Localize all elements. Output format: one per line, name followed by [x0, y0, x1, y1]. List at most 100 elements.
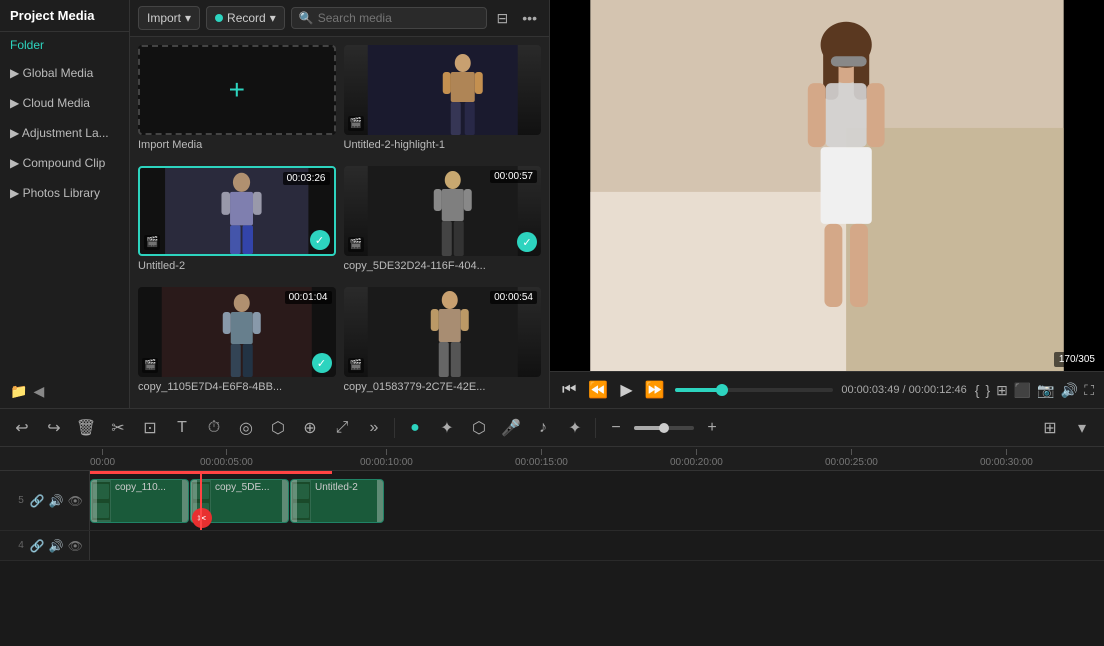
- zoom-out-button[interactable]: −: [602, 414, 630, 442]
- film-icon-2: 🎬: [144, 235, 160, 250]
- film-icon-5: 🎬: [348, 358, 364, 373]
- untitled-highlight-label: Untitled-2-highlight-1: [344, 139, 542, 151]
- sidebar-item-photos-library[interactable]: ▶ Photos Library: [0, 178, 129, 208]
- clip-copy1105[interactable]: copy_110...: [90, 479, 189, 523]
- clip-label-2: copy_5DE...: [215, 482, 269, 493]
- track-eye-icon[interactable]: 👁: [68, 494, 83, 508]
- cut-button[interactable]: ✂: [104, 414, 132, 442]
- clip-untitled2[interactable]: Untitled-2: [290, 479, 384, 523]
- media-item-copy-5de[interactable]: 00:00:57 ✓ 🎬 copy_5DE32D24-116F-404...: [344, 166, 542, 279]
- volume-icon[interactable]: 🔊: [1061, 382, 1078, 399]
- preview-controls: ⏮ ⏪ ▶ ⏩ 00:00:03:49 / 00:00:12:46 { } ⊞ …: [550, 371, 1104, 408]
- track-1-content: copy_110... copy_5DE...: [90, 471, 1104, 530]
- delete-button[interactable]: 🗑: [72, 414, 100, 442]
- ruler-mark-15: 00:00:15:00: [515, 449, 568, 468]
- collapse-sidebar-icon[interactable]: ◀: [33, 383, 44, 400]
- timeline-ruler: 00:00 00:00:05:00 00:00:10:00 00:00:15:0…: [0, 447, 1104, 471]
- track-1-controls: 5 🔗 🔊 👁: [0, 471, 90, 530]
- zoom-thumb: [659, 423, 669, 433]
- preview-action-buttons: { } ⊞ ⬛ 📷 🔊 ⛶: [975, 382, 1094, 399]
- active-tool-button[interactable]: ●: [401, 414, 429, 442]
- search-box[interactable]: 🔍: [291, 7, 487, 29]
- copy-5de-label: copy_5DE32D24-116F-404...: [344, 260, 542, 272]
- music-button[interactable]: ♪: [529, 414, 557, 442]
- duration-badge-3: 00:01:04: [285, 291, 332, 304]
- check-icon-2: ✓: [517, 232, 537, 252]
- filter-button[interactable]: ⬡: [264, 414, 292, 442]
- media-item-copy-0158[interactable]: 00:00:54 🎬 copy_01583779-2C7E-42E...: [344, 287, 542, 400]
- import-label: Import Media: [138, 139, 336, 151]
- clip-actions-icon[interactable]: ⊞: [996, 382, 1008, 399]
- screen-icon[interactable]: ⬛: [1014, 382, 1031, 399]
- undo-button[interactable]: ↩: [8, 414, 36, 442]
- clip-handle-left-3[interactable]: [291, 480, 297, 522]
- text-button[interactable]: T: [168, 414, 196, 442]
- track-audio-icon[interactable]: 🔊: [49, 494, 64, 508]
- sidebar-item-folder[interactable]: Folder: [0, 32, 129, 58]
- search-input[interactable]: [318, 11, 479, 25]
- ruler-marks: 00:00 00:00:05:00 00:00:10:00 00:00:15:0…: [90, 447, 1104, 470]
- check-icon-3: ✓: [312, 353, 332, 373]
- zoom-in-button[interactable]: +: [698, 414, 726, 442]
- sidebar: Project Media Folder ▶ Global Media ▶ Cl…: [0, 0, 130, 408]
- import-button[interactable]: Import ▾: [138, 6, 200, 30]
- media-grid: + Import Media 🎬: [130, 37, 549, 408]
- duration-badge-2: 00:00:57: [490, 170, 537, 183]
- more-tools-button[interactable]: »: [360, 414, 388, 442]
- sidebar-item-compound-clip[interactable]: ▶ Compound Clip: [0, 148, 129, 178]
- track-link-icon-2[interactable]: 🔗: [30, 539, 45, 553]
- duration-badge: 00:03:26: [283, 172, 330, 185]
- transform-button[interactable]: ⤢: [328, 414, 356, 442]
- progress-bar[interactable]: [675, 388, 834, 392]
- filter-icon[interactable]: ⊟: [493, 8, 513, 29]
- track-audio-icon-2[interactable]: 🔊: [49, 539, 64, 553]
- film-icon: 🎬: [348, 116, 364, 131]
- media-item-untitled-highlight[interactable]: 🎬 Untitled-2-highlight-1: [344, 45, 542, 158]
- zoom-track[interactable]: [634, 426, 694, 430]
- mic-button[interactable]: 🎤: [497, 414, 525, 442]
- clip-handle-right-2[interactable]: [282, 480, 288, 522]
- speed-button[interactable]: ⏱: [200, 414, 228, 442]
- clip-handle-right-3[interactable]: [377, 480, 383, 522]
- add-folder-icon[interactable]: 📁: [10, 383, 27, 400]
- effects-button[interactable]: ✦: [561, 414, 589, 442]
- frame-forward-button[interactable]: ⏩: [643, 378, 667, 402]
- record-dot-icon: [215, 14, 223, 22]
- progress-thumb: [716, 384, 728, 396]
- more-options-icon[interactable]: •••: [518, 8, 541, 28]
- frame-back-button[interactable]: ⏪: [586, 378, 610, 402]
- track-eye-icon-2[interactable]: 👁: [68, 539, 83, 553]
- layout-button[interactable]: ▾: [1068, 414, 1096, 442]
- sidebar-item-global-media[interactable]: ▶ Global Media: [0, 58, 129, 88]
- untitled-2-label: Untitled-2: [138, 260, 336, 272]
- mark-in-icon[interactable]: {: [975, 382, 980, 398]
- sidebar-item-cloud-media[interactable]: ▶ Cloud Media: [0, 88, 129, 118]
- clip-handle-right-1[interactable]: [182, 480, 188, 522]
- play-button[interactable]: ▶: [618, 378, 634, 402]
- media-item-untitled-2[interactable]: 00:03:26 ✓ 🎬 Untitled-2: [138, 166, 336, 279]
- sidebar-item-adjustment-layer[interactable]: ▶ Adjustment La...: [0, 118, 129, 148]
- track-row-2: 4 🔗 🔊 👁: [0, 531, 1104, 561]
- skip-back-button[interactable]: ⏮: [560, 379, 578, 401]
- sparkle-button[interactable]: ✦: [433, 414, 461, 442]
- adjust-button[interactable]: ⊕: [296, 414, 324, 442]
- sidebar-bottom: 📁 ◀: [0, 375, 129, 408]
- fullscreen-icon[interactable]: ⛶: [1084, 382, 1094, 399]
- grid-button[interactable]: ⊞: [1036, 414, 1064, 442]
- bottom-toolbar: ↩ ↪ 🗑 ✂ ⊡ T ⏱ ◎ ⬡ ⊕ ⤢ » ● ✦ ⬡ 🎤 ♪ ✦ − + …: [0, 408, 1104, 446]
- clip-label-1: copy_110...: [115, 482, 166, 493]
- clip-handle-left-1[interactable]: [91, 480, 97, 522]
- shield-button[interactable]: ⬡: [465, 414, 493, 442]
- media-toolbar: Import ▾ Record ▾ 🔍 ⊟ •••: [130, 0, 549, 37]
- mark-out-icon[interactable]: }: [985, 382, 990, 398]
- snapshot-icon[interactable]: 📷: [1037, 382, 1054, 399]
- ruler-mark-20: 00:00:20:00: [670, 449, 723, 468]
- sidebar-title: Project Media: [0, 0, 129, 32]
- media-item-import[interactable]: + Import Media: [138, 45, 336, 158]
- media-item-copy-1105[interactable]: 00:01:04 ✓ 🎬 copy_1105E7D4-E6F8-4BB...: [138, 287, 336, 400]
- record-button[interactable]: Record ▾: [206, 6, 285, 30]
- animate-button[interactable]: ◎: [232, 414, 260, 442]
- redo-button[interactable]: ↪: [40, 414, 68, 442]
- track-link-icon[interactable]: 🔗: [30, 494, 45, 508]
- crop-button[interactable]: ⊡: [136, 414, 164, 442]
